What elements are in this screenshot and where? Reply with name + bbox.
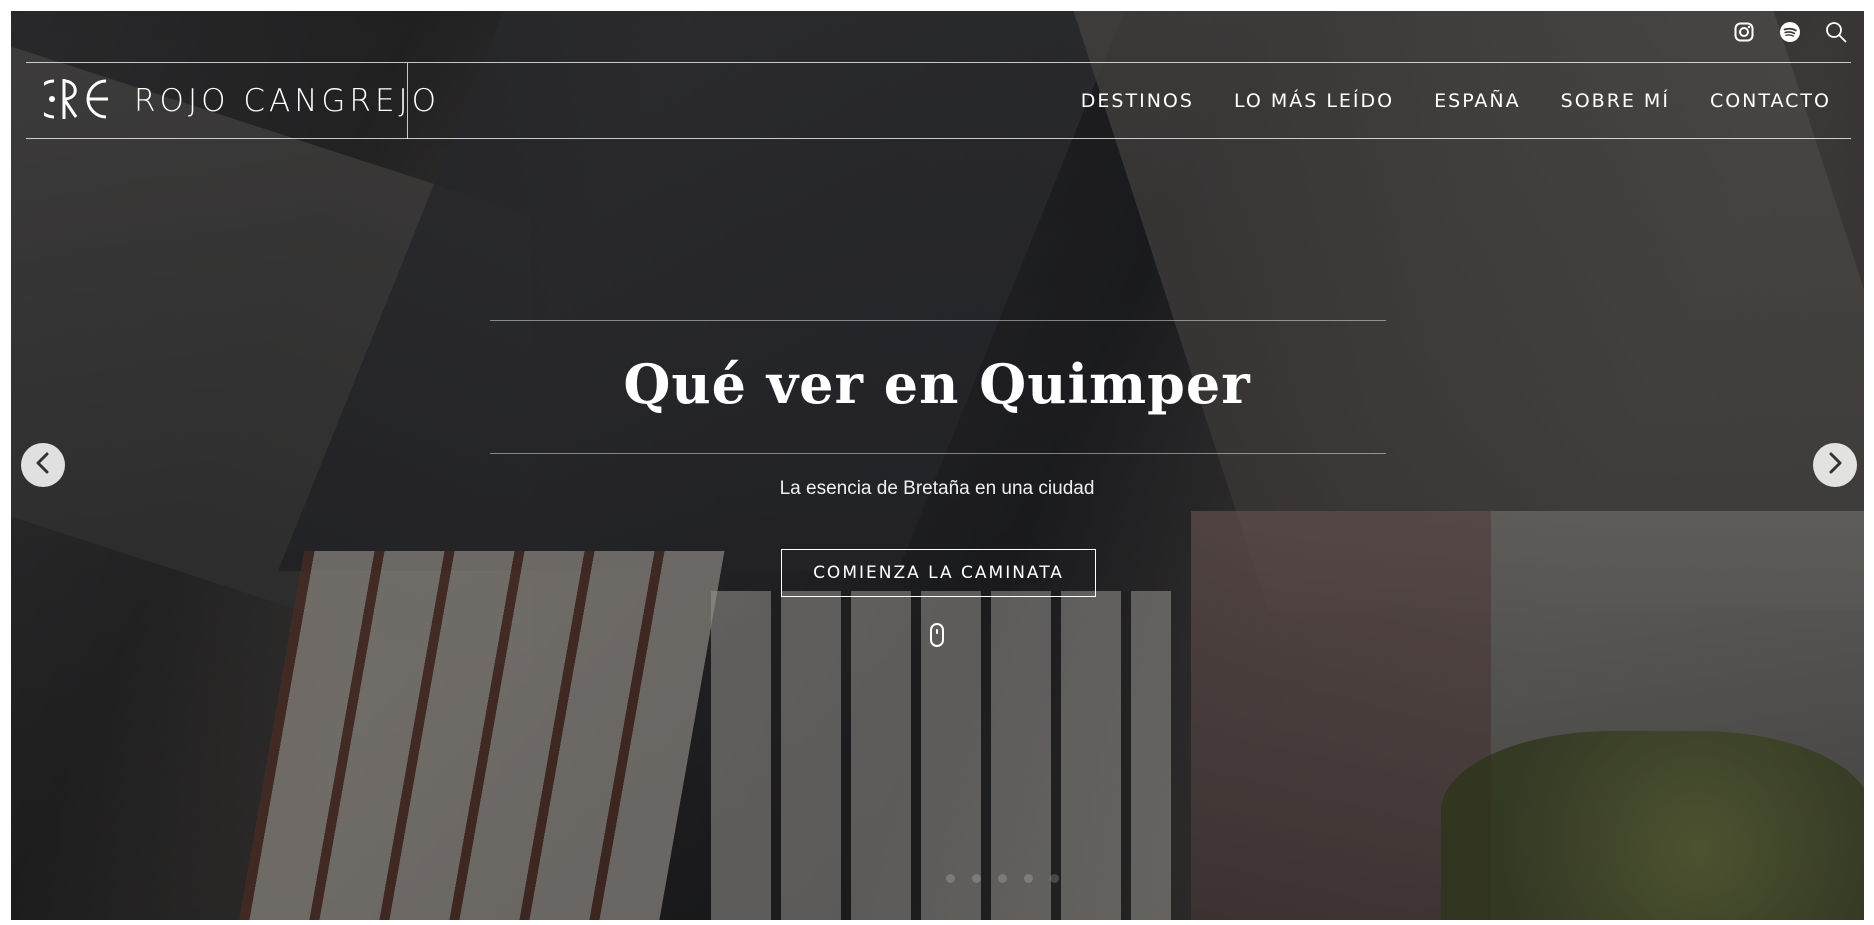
site-header: ROJO CANGREJO DESTINOS LO MÁS LEÍDO ESPA… [26, 62, 1851, 139]
social-bar [1732, 20, 1848, 44]
logo-mark-icon [34, 71, 116, 131]
slide-dot[interactable] [1024, 874, 1033, 883]
brand-name: ROJO CANGREJO [134, 83, 441, 119]
instagram-icon[interactable] [1732, 20, 1756, 44]
previous-slide-button[interactable] [21, 443, 65, 487]
nav-item-contacto[interactable]: CONTACTO [1710, 90, 1831, 112]
slide-dot[interactable] [946, 874, 955, 883]
next-slide-button[interactable] [1813, 443, 1857, 487]
main-nav: DESTINOS LO MÁS LEÍDO ESPAÑA SOBRE MÍ CO… [1081, 63, 1851, 139]
nav-item-destinos[interactable]: DESTINOS [1081, 90, 1194, 112]
search-icon[interactable] [1824, 20, 1848, 44]
nav-item-espana[interactable]: ESPAÑA [1434, 90, 1521, 112]
hero-title: Qué ver en Quimper [623, 352, 1251, 416]
hero-subtitle: La esencia de Bretaña en una ciudad [779, 478, 1095, 499]
slide-dot[interactable] [1050, 874, 1059, 883]
slide-dot[interactable] [972, 874, 981, 883]
start-walk-button[interactable]: COMIENZA LA CAMINATA [781, 549, 1096, 597]
scroll-down-mouse-icon[interactable] [930, 623, 944, 647]
nav-item-lo-mas-leido[interactable]: LO MÁS LEÍDO [1234, 90, 1394, 112]
slide-dot[interactable] [998, 874, 1007, 883]
brand-logo[interactable]: ROJO CANGREJO [26, 63, 436, 139]
nav-item-sobre-mi[interactable]: SOBRE MÍ [1561, 90, 1670, 112]
chevron-right-icon [1826, 452, 1844, 478]
title-bottom-divider [490, 453, 1386, 454]
hero-slider [11, 11, 1864, 920]
chevron-left-icon [34, 452, 52, 478]
spotify-icon[interactable] [1778, 20, 1802, 44]
slide-pagination [946, 874, 1059, 883]
title-top-divider [490, 320, 1386, 321]
